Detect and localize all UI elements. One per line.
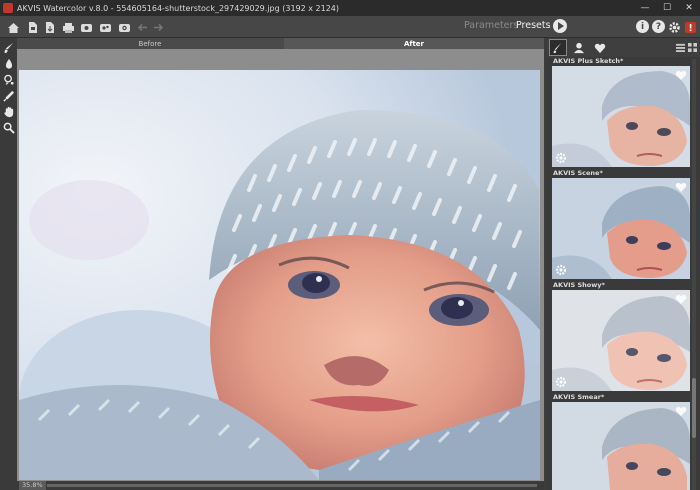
preset-name: AKVIS Scene* [553, 169, 603, 177]
preset-favorite-heart-icon[interactable] [675, 181, 687, 193]
presets-mode-button[interactable]: Presets [516, 20, 551, 31]
status-bar: 35.8% [17, 481, 544, 490]
preset-thumbnail [552, 290, 690, 391]
list-view-icon[interactable] [674, 39, 686, 56]
presets-scrollbar-thumb[interactable] [692, 378, 696, 438]
help-icon: ? [655, 21, 662, 32]
minimize-button[interactable]: — [634, 0, 656, 16]
share-icon[interactable] [97, 19, 113, 35]
settings-export-icon[interactable] [116, 19, 132, 35]
preset-settings-gear-icon[interactable] [555, 152, 567, 164]
home-icon[interactable] [5, 19, 21, 35]
brush-tool-icon[interactable] [2, 41, 15, 54]
help-button[interactable]: ? [652, 20, 665, 33]
window-title: AKVIS Watercolor v.8.0 - 554605164-shutt… [17, 3, 340, 13]
drop-tool-icon[interactable] [2, 57, 15, 70]
close-button[interactable]: ✕ [678, 0, 700, 16]
preset-thumbnail [552, 178, 690, 279]
info-icon: i [640, 21, 645, 32]
tab-before[interactable]: Before [17, 38, 283, 49]
preset-favorite-heart-icon[interactable] [675, 405, 687, 417]
preset-thumbnail [552, 402, 690, 490]
left-tools-panel [0, 38, 17, 490]
zoom-level[interactable]: 35.8% [19, 481, 46, 490]
title-bar: AKVIS Watercolor v.8.0 - 554605164-shutt… [0, 0, 700, 16]
preset-item-smear[interactable]: AKVIS Smear* [552, 393, 690, 490]
grid-view-icon[interactable] [686, 39, 698, 56]
preset-name: AKVIS Smear* [553, 393, 605, 401]
app-logo-icon [3, 3, 13, 13]
preset-item-plus-sketch[interactable]: AKVIS Plus Sketch* [552, 57, 690, 167]
all-presets-tab[interactable] [549, 39, 567, 56]
horizontal-scrollbar[interactable] [47, 484, 537, 487]
main-toolbar: Parameters Presets i ? [0, 16, 700, 38]
image-canvas-area[interactable] [17, 49, 544, 490]
preset-settings-gear-icon[interactable] [555, 376, 567, 388]
news-alert-icon[interactable] [682, 19, 698, 35]
hand-tool-icon[interactable] [2, 105, 15, 118]
preset-settings-gear-icon[interactable] [555, 264, 567, 276]
batch-icon[interactable] [78, 19, 94, 35]
presets-panel-tabs [547, 38, 700, 57]
open-file-icon[interactable] [24, 19, 40, 35]
preset-favorite-heart-icon[interactable] [675, 69, 687, 81]
preset-thumbnail [552, 66, 690, 167]
view-tabs: Before After [17, 38, 544, 49]
favorites-heart-icon[interactable] [591, 39, 609, 56]
zoom-tool-icon[interactable] [2, 121, 15, 134]
preset-item-scene[interactable]: AKVIS Scene* [552, 169, 690, 279]
preset-favorite-heart-icon[interactable] [675, 293, 687, 305]
redo-icon[interactable] [150, 19, 166, 35]
print-icon[interactable] [60, 19, 76, 35]
presets-panel: AKVIS Plus Sketch* AKVIS Scene* AKVIS Sh… [547, 38, 700, 490]
watercolor-result-image[interactable] [19, 70, 540, 480]
run-play-icon[interactable] [553, 19, 567, 33]
preferences-gear-icon[interactable] [666, 19, 682, 35]
user-presets-icon[interactable] [570, 39, 588, 56]
info-button[interactable]: i [636, 20, 649, 33]
save-file-icon[interactable] [41, 19, 57, 35]
parameters-mode-button[interactable]: Parameters [464, 20, 518, 31]
color-brush-icon[interactable] [2, 73, 15, 86]
eyedropper-icon[interactable] [2, 89, 15, 102]
preset-name: AKVIS Plus Sketch* [553, 57, 624, 65]
preset-name: AKVIS Showy* [553, 281, 605, 289]
preset-item-showy[interactable]: AKVIS Showy* [552, 281, 690, 391]
tab-after[interactable]: After [284, 38, 544, 49]
undo-icon[interactable] [134, 19, 150, 35]
maximize-button[interactable]: ☐ [656, 0, 678, 16]
